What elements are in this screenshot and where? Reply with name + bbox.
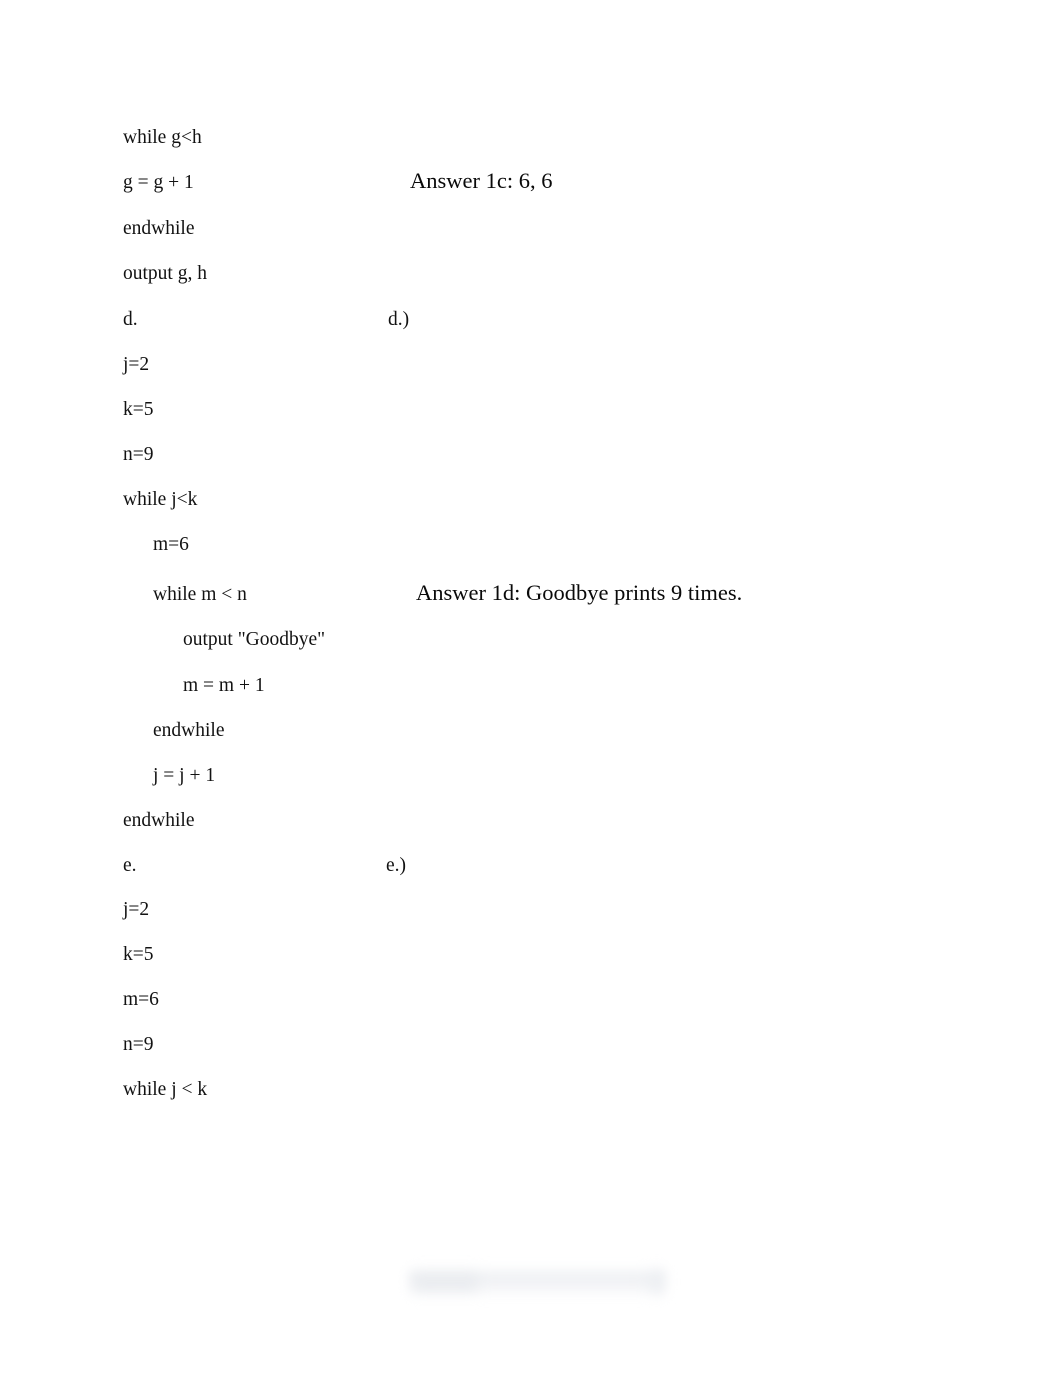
- code-line: g = g + 1: [123, 172, 194, 193]
- code-line: m = m + 1: [183, 675, 265, 696]
- section-marker-e: e.: [123, 855, 137, 876]
- answer-1d: Answer 1d: Goodbye prints 9 times.: [416, 580, 743, 605]
- code-line: m=6: [153, 534, 189, 555]
- code-line: j = j + 1: [153, 765, 216, 786]
- code-line: k=5: [123, 944, 154, 965]
- code-line: while g<h: [123, 127, 202, 148]
- answer-1c: Answer 1c: 6, 6: [410, 168, 553, 193]
- answer-marker-e: e.): [386, 855, 407, 876]
- code-line: n=9: [123, 1034, 154, 1055]
- document-page: while g<h g = g + 1 endwhile output g, h…: [0, 0, 1062, 1376]
- code-line: endwhile: [153, 720, 225, 741]
- code-line: while m < n: [153, 584, 247, 605]
- code-line: output g, h: [123, 263, 207, 284]
- redacted-footer-watermark: [408, 1266, 666, 1300]
- code-line: while j < k: [123, 1079, 208, 1100]
- code-line: n=9: [123, 444, 154, 465]
- code-line: j=2: [123, 899, 150, 920]
- code-line: output "Goodbye": [183, 629, 326, 650]
- code-line: endwhile: [123, 810, 195, 831]
- section-marker-d: d.: [123, 309, 138, 330]
- code-line: j=2: [123, 354, 150, 375]
- code-line: endwhile: [123, 218, 195, 239]
- code-line: k=5: [123, 399, 154, 420]
- code-line: while j<k: [123, 489, 198, 510]
- answer-marker-d: d.): [388, 309, 410, 330]
- code-line: m=6: [123, 989, 159, 1010]
